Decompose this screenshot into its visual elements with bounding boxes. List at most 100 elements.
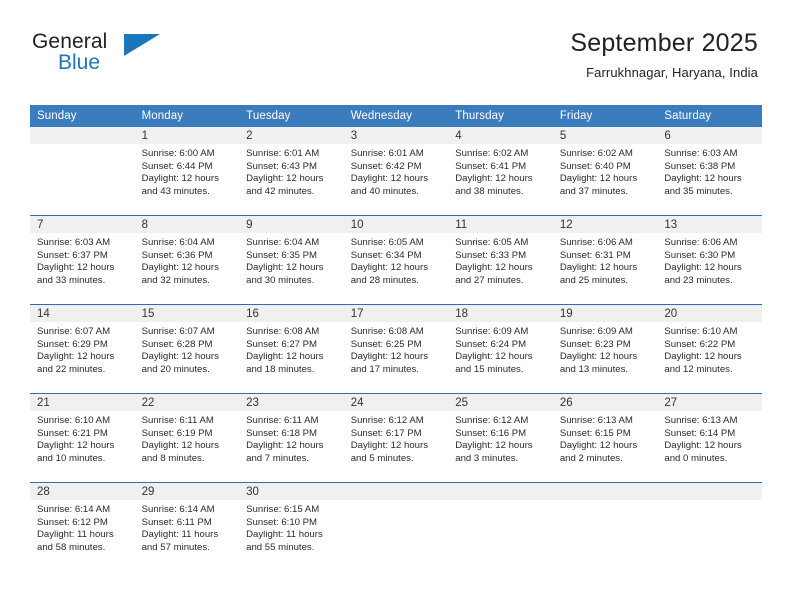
daylight-text-line1: Daylight: 11 hours bbox=[246, 529, 323, 541]
calendar-day-cell[interactable]: 23 Sunrise: 6:11 AM Sunset: 6:18 PM Dayligh… bbox=[239, 393, 344, 483]
day-cell-details: Sunrise: 6:06 AM Sunset: 6:31 PM Daylight:… bbox=[553, 233, 658, 287]
day-number: 18 bbox=[448, 305, 553, 322]
calendar-day-cell[interactable]: 7 Sunrise: 6:03 AM Sunset: 6:37 PM Daylight… bbox=[30, 215, 135, 305]
calendar-day-cell[interactable]: 19 Sunrise: 6:09 AM Sunset: 6:23 PM Dayligh… bbox=[552, 304, 658, 394]
calendar-day-cell[interactable]: 28 Sunrise: 6:14 AM Sunset: 6:12 PM Dayligh… bbox=[30, 482, 135, 571]
daylight-text-line2: and 30 minutes. bbox=[246, 274, 315, 286]
day-number: 7 bbox=[30, 216, 135, 233]
sunset-text: Sunset: 6:12 PM bbox=[37, 516, 108, 528]
weekday-header-wednesday: Wednesday bbox=[343, 105, 449, 127]
day-cell-details: Sunrise: 6:07 AM Sunset: 6:28 PM Daylight:… bbox=[135, 322, 240, 376]
daylight-text-line2: and 33 minutes. bbox=[37, 274, 106, 286]
calendar-day-cell[interactable]: 25 Sunrise: 6:12 AM Sunset: 6:16 PM Dayligh… bbox=[448, 393, 553, 483]
sunset-text: Sunset: 6:43 PM bbox=[246, 160, 318, 172]
calendar-day-cell[interactable]: 26 Sunrise: 6:13 AM Sunset: 6:15 PM Dayligh… bbox=[552, 393, 658, 483]
sunrise-text: Sunrise: 6:00 AM bbox=[141, 148, 215, 159]
sunset-text: Sunset: 6:37 PM bbox=[37, 249, 108, 261]
calendar-day-cell[interactable]: 29 Sunrise: 6:14 AM Sunset: 6:11 PM Dayligh… bbox=[134, 482, 240, 571]
daylight-text-line2: and 22 minutes. bbox=[37, 363, 106, 375]
sunrise-text: Sunrise: 6:03 AM bbox=[37, 237, 111, 248]
calendar-day-cell[interactable]: 16 Sunrise: 6:08 AM Sunset: 6:27 PM Dayligh… bbox=[239, 304, 344, 394]
daylight-text-line1: Daylight: 12 hours bbox=[246, 440, 324, 452]
sunset-text: Sunset: 6:24 PM bbox=[455, 338, 527, 350]
calendar-day-cell[interactable]: 18 Sunrise: 6:09 AM Sunset: 6:24 PM Dayligh… bbox=[448, 304, 553, 394]
calendar-day-cell[interactable]: 27 Sunrise: 6:13 AM Sunset: 6:14 PM Dayligh… bbox=[657, 393, 762, 483]
calendar-day-cell[interactable]: 30 Sunrise: 6:15 AM Sunset: 6:10 PM Dayligh… bbox=[239, 482, 344, 571]
day-cell-inner: 14 Sunrise: 6:07 AM Sunset: 6:29 PM Dayligh… bbox=[30, 305, 135, 393]
day-number: 29 bbox=[134, 483, 240, 500]
day-cell-inner: 30 Sunrise: 6:15 AM Sunset: 6:10 PM Dayligh… bbox=[239, 483, 344, 571]
calendar-day-cell[interactable]: 6 Sunrise: 6:03 AM Sunset: 6:38 PM Daylight… bbox=[657, 127, 762, 216]
day-number: 1 bbox=[134, 127, 240, 144]
calendar-day-cell[interactable]: 22 Sunrise: 6:11 AM Sunset: 6:19 PM Dayligh… bbox=[134, 393, 240, 483]
daylight-text-line2: and 32 minutes. bbox=[141, 274, 210, 286]
sunrise-text: Sunrise: 6:15 AM bbox=[246, 504, 320, 515]
day-number: 24 bbox=[343, 394, 449, 411]
daylight-text-line1: Daylight: 12 hours bbox=[559, 262, 638, 274]
daylight-text-line2: and 20 minutes. bbox=[141, 363, 210, 375]
calendar-day-cell[interactable]: 21 Sunrise: 6:10 AM Sunset: 6:21 PM Dayligh… bbox=[30, 393, 135, 483]
calendar-day-cell[interactable]: 4 Sunrise: 6:02 AM Sunset: 6:41 PM Daylight… bbox=[448, 127, 553, 216]
calendar-day-cell[interactable]: 15 Sunrise: 6:07 AM Sunset: 6:28 PM Dayligh… bbox=[134, 304, 240, 394]
daylight-text-line1: Daylight: 11 hours bbox=[37, 529, 114, 541]
day-cell-inner bbox=[657, 483, 762, 571]
calendar-week-row: 14 Sunrise: 6:07 AM Sunset: 6:29 PM Dayligh… bbox=[30, 304, 762, 394]
calendar-week-row: 21 Sunrise: 6:10 AM Sunset: 6:21 PM Dayligh… bbox=[30, 393, 762, 483]
day-cell-inner: 19 Sunrise: 6:09 AM Sunset: 6:23 PM Dayligh… bbox=[552, 305, 658, 393]
calendar-day-cell[interactable]: 1 Sunrise: 6:00 AM Sunset: 6:44 PM Daylight… bbox=[134, 127, 240, 216]
weekday-header-saturday: Saturday bbox=[657, 105, 762, 127]
day-cell-details: Sunrise: 6:15 AM Sunset: 6:10 PM Daylight:… bbox=[239, 500, 344, 554]
daylight-text-line2: and 12 minutes. bbox=[664, 363, 733, 375]
sunrise-text: Sunrise: 6:13 AM bbox=[559, 415, 633, 426]
calendar-day-cell[interactable]: 3 Sunrise: 6:01 AM Sunset: 6:42 PM Daylight… bbox=[343, 127, 449, 216]
daylight-text-line1: Daylight: 11 hours bbox=[141, 529, 219, 541]
calendar-day-cell[interactable]: 24 Sunrise: 6:12 AM Sunset: 6:17 PM Dayligh… bbox=[343, 393, 449, 483]
sunset-text: Sunset: 6:15 PM bbox=[559, 427, 631, 439]
day-cell-details: Sunrise: 6:10 AM Sunset: 6:22 PM Daylight:… bbox=[657, 322, 762, 376]
day-number: 27 bbox=[657, 394, 762, 411]
day-cell-inner: 17 Sunrise: 6:08 AM Sunset: 6:25 PM Dayligh… bbox=[343, 305, 449, 393]
calendar-day-cell[interactable]: 13 Sunrise: 6:06 AM Sunset: 6:30 PM Dayligh… bbox=[657, 215, 762, 305]
calendar-day-cell[interactable]: 9 Sunrise: 6:04 AM Sunset: 6:35 PM Daylight… bbox=[239, 215, 344, 305]
sunrise-text: Sunrise: 6:14 AM bbox=[37, 504, 111, 515]
sunset-text: Sunset: 6:30 PM bbox=[664, 249, 736, 261]
daylight-text-line1: Daylight: 12 hours bbox=[246, 173, 324, 185]
day-cell-details: Sunrise: 6:00 AM Sunset: 6:44 PM Daylight:… bbox=[135, 144, 240, 198]
sunrise-text: Sunrise: 6:09 AM bbox=[559, 326, 633, 337]
logo-triangle-icon bbox=[124, 34, 160, 56]
day-cell-inner: 27 Sunrise: 6:13 AM Sunset: 6:14 PM Dayligh… bbox=[657, 394, 762, 482]
calendar-day-cell[interactable]: 8 Sunrise: 6:04 AM Sunset: 6:36 PM Daylight… bbox=[134, 215, 240, 305]
daylight-text-line2: and 37 minutes. bbox=[559, 185, 629, 197]
day-cell-details: Sunrise: 6:02 AM Sunset: 6:40 PM Daylight:… bbox=[553, 144, 658, 198]
calendar-day-cell[interactable]: 20 Sunrise: 6:10 AM Sunset: 6:22 PM Dayligh… bbox=[657, 304, 762, 394]
calendar-day-cell[interactable]: 11 Sunrise: 6:05 AM Sunset: 6:33 PM Dayligh… bbox=[448, 215, 553, 305]
daylight-text-line1: Daylight: 12 hours bbox=[664, 262, 742, 274]
daylight-text-line1: Daylight: 12 hours bbox=[350, 440, 429, 452]
calendar-day-cell[interactable]: 17 Sunrise: 6:08 AM Sunset: 6:25 PM Dayligh… bbox=[343, 304, 449, 394]
day-number: 5 bbox=[552, 127, 658, 144]
day-cell-inner: 28 Sunrise: 6:14 AM Sunset: 6:12 PM Dayligh… bbox=[30, 483, 135, 571]
sunset-text: Sunset: 6:38 PM bbox=[664, 160, 736, 172]
day-number: 9 bbox=[239, 216, 344, 233]
daylight-text-line1: Daylight: 12 hours bbox=[664, 440, 742, 452]
calendar-day-cell[interactable]: 10 Sunrise: 6:05 AM Sunset: 6:34 PM Dayligh… bbox=[343, 215, 449, 305]
daylight-text-line2: and 10 minutes. bbox=[37, 452, 106, 464]
sunrise-text: Sunrise: 6:10 AM bbox=[37, 415, 111, 426]
day-cell-inner: 23 Sunrise: 6:11 AM Sunset: 6:18 PM Dayligh… bbox=[239, 394, 344, 482]
day-cell-inner: 24 Sunrise: 6:12 AM Sunset: 6:17 PM Dayligh… bbox=[343, 394, 449, 482]
sunset-text: Sunset: 6:11 PM bbox=[141, 516, 212, 528]
calendar-day-cell[interactable]: 14 Sunrise: 6:07 AM Sunset: 6:29 PM Dayligh… bbox=[30, 304, 135, 394]
daylight-text-line1: Daylight: 12 hours bbox=[559, 440, 638, 452]
sunset-text: Sunset: 6:34 PM bbox=[350, 249, 422, 261]
day-cell-inner: 1 Sunrise: 6:00 AM Sunset: 6:44 PM Daylight… bbox=[134, 127, 240, 215]
daylight-text-line2: and 5 minutes. bbox=[350, 452, 414, 464]
calendar-day-cell[interactable]: 5 Sunrise: 6:02 AM Sunset: 6:40 PM Daylight… bbox=[552, 127, 658, 216]
daylight-text-line2: and 3 minutes. bbox=[455, 452, 519, 464]
calendar-day-cell[interactable]: 2 Sunrise: 6:01 AM Sunset: 6:43 PM Daylight… bbox=[239, 127, 344, 216]
sunrise-text: Sunrise: 6:12 AM bbox=[350, 415, 424, 426]
page-header: General Blue September 2025 Farrukhnagar… bbox=[0, 0, 792, 80]
day-cell-inner: 13 Sunrise: 6:06 AM Sunset: 6:30 PM Dayligh… bbox=[657, 216, 762, 304]
day-cell-details: Sunrise: 6:14 AM Sunset: 6:12 PM Daylight:… bbox=[30, 500, 135, 554]
calendar-page: General Blue September 2025 Farrukhnagar… bbox=[0, 0, 792, 612]
calendar-day-cell[interactable]: 12 Sunrise: 6:06 AM Sunset: 6:31 PM Dayligh… bbox=[552, 215, 658, 305]
